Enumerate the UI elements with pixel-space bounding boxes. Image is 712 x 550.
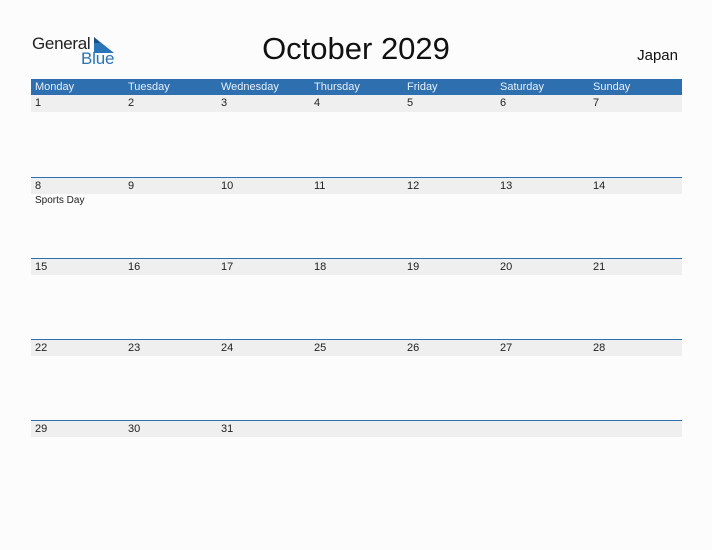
day-number: 28 <box>593 342 606 354</box>
day-event <box>403 194 496 208</box>
day-number <box>310 421 403 437</box>
day-number: 4 <box>314 97 321 109</box>
week-row: 29 30 31 <box>31 420 682 501</box>
calendar-grid: Monday Tuesday Wednesday Thursday Friday… <box>31 79 682 501</box>
day-number: 24 <box>221 342 234 354</box>
day-number <box>403 421 496 437</box>
day-event <box>310 194 403 208</box>
day-number: 20 <box>500 261 513 273</box>
weekday-thursday: Thursday <box>314 81 360 93</box>
day-number: 9 <box>128 180 135 192</box>
day-number: 19 <box>407 261 420 273</box>
day-number: 10 <box>221 180 234 192</box>
week-row: 22 23 24 25 26 27 28 <box>31 339 682 420</box>
day-number <box>496 421 589 437</box>
day-event <box>124 194 217 208</box>
date-strip: 1 2 3 4 5 6 7 <box>31 95 682 112</box>
day-event: Sports Day <box>35 195 85 206</box>
day-number: 13 <box>500 180 513 192</box>
day-number: 1 <box>35 97 42 109</box>
day-number: 14 <box>593 180 606 192</box>
day-number: 2 <box>128 97 135 109</box>
weekday-header: Monday Tuesday Wednesday Thursday Friday… <box>31 79 682 95</box>
day-number: 17 <box>221 261 234 273</box>
day-number: 12 <box>407 180 420 192</box>
day-number: 7 <box>593 97 600 109</box>
day-number: 18 <box>314 261 327 273</box>
day-number: 26 <box>407 342 420 354</box>
day-number: 27 <box>500 342 513 354</box>
calendar-title: October 2029 <box>262 31 450 66</box>
events-row: Sports Day <box>31 194 682 208</box>
weekday-monday: Monday <box>35 81 75 93</box>
day-number: 29 <box>35 423 48 435</box>
date-strip: 8 9 10 11 12 13 14 <box>31 178 682 194</box>
week-row: 8 9 10 11 12 13 14 Sports Day <box>31 177 682 258</box>
week-row: 15 16 17 18 19 20 21 <box>31 258 682 339</box>
date-strip: 29 30 31 <box>31 421 682 437</box>
country-label: Japan <box>637 47 678 64</box>
weekday-friday: Friday <box>407 81 438 93</box>
day-number: 23 <box>128 342 141 354</box>
day-number: 31 <box>221 423 234 435</box>
day-event <box>217 194 310 208</box>
day-number: 21 <box>593 261 606 273</box>
weekday-saturday: Saturday <box>500 81 545 93</box>
day-number: 22 <box>35 342 48 354</box>
day-number: 25 <box>314 342 327 354</box>
weekday-sunday: Sunday <box>593 81 631 93</box>
date-strip: 15 16 17 18 19 20 21 <box>31 259 682 275</box>
day-number: 8 <box>35 180 42 192</box>
weekday-tuesday: Tuesday <box>128 81 170 93</box>
weekday-wednesday: Wednesday <box>221 81 279 93</box>
day-number: 16 <box>128 261 141 273</box>
day-event <box>496 194 589 208</box>
day-number <box>589 421 682 437</box>
day-number: 3 <box>221 97 228 109</box>
day-number: 6 <box>500 97 507 109</box>
day-number: 15 <box>35 261 48 273</box>
date-strip: 22 23 24 25 26 27 28 <box>31 340 682 356</box>
day-number: 5 <box>407 97 414 109</box>
week-row: 1 2 3 4 5 6 7 <box>31 95 682 177</box>
weeks-container: 1 2 3 4 5 6 7 8 9 10 11 12 13 14 Sports Day 15 16 17 18 19 2… <box>31 95 682 501</box>
day-number: 30 <box>128 423 141 435</box>
day-number: 11 <box>314 180 326 192</box>
day-event <box>589 194 682 208</box>
